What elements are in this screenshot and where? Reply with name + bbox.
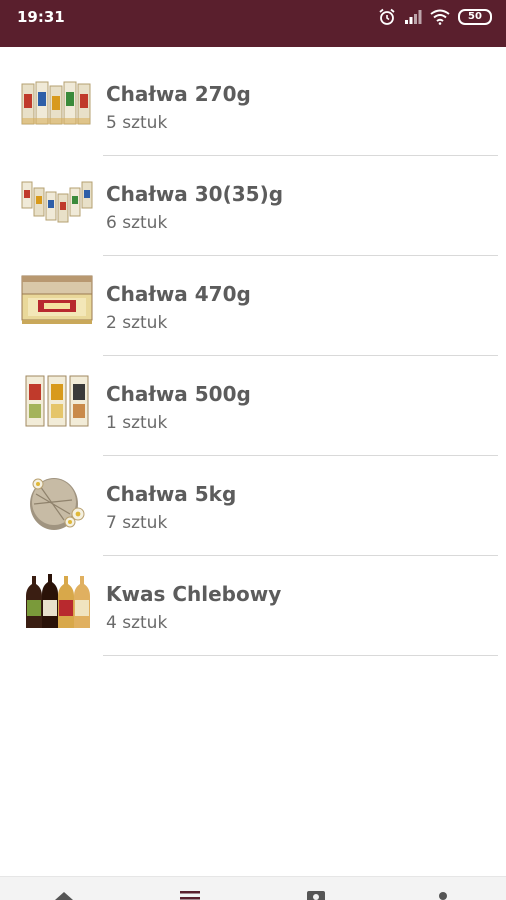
item-title: Kwas Chlebowy (106, 582, 282, 606)
bottom-nav (0, 876, 506, 900)
item-title: Chałwa 30(35)g (106, 182, 284, 206)
item-title: Chałwa 270g (106, 82, 251, 106)
battery-icon: 50 (458, 9, 492, 25)
status-bar: 19:31 50 (0, 0, 506, 47)
item-quantity: 7 sztuk (106, 513, 168, 533)
account-icon[interactable] (305, 889, 327, 900)
divider (103, 155, 498, 156)
product-list: Chałwa 270g 5 sztuk Chałwa 30(35)g 6 szt… (0, 60, 506, 660)
alarm-icon (378, 8, 396, 26)
divider (103, 655, 498, 656)
list-item[interactable]: Chałwa 270g 5 sztuk (0, 60, 506, 160)
divider (103, 355, 498, 356)
item-quantity: 6 sztuk (106, 213, 168, 233)
divider (103, 255, 498, 256)
halva-packs-image (20, 370, 94, 432)
home-icon[interactable] (53, 889, 75, 900)
divider (103, 555, 498, 556)
halva-bars-image (20, 70, 94, 132)
status-icons: 50 (378, 6, 492, 28)
kvass-bottles-image (20, 570, 94, 632)
list-item[interactable]: Chałwa 5kg 7 sztuk (0, 460, 506, 560)
wifi-icon (430, 9, 450, 25)
item-title: Chałwa 5kg (106, 482, 237, 506)
list-item[interactable]: Chałwa 470g 2 sztuk (0, 260, 506, 360)
item-title: Chałwa 500g (106, 382, 251, 406)
status-time: 19:31 (17, 8, 65, 26)
list-item[interactable]: Kwas Chlebowy 4 sztuk (0, 560, 506, 660)
menu-icon[interactable] (179, 889, 201, 900)
divider (103, 455, 498, 456)
item-quantity: 2 sztuk (106, 313, 168, 333)
halva-box-image (20, 270, 94, 332)
halva-block-image (20, 470, 94, 532)
signal-icon (404, 9, 422, 25)
item-title: Chałwa 470g (106, 282, 251, 306)
halva-small-bars-image (20, 170, 94, 232)
list-item[interactable]: Chałwa 30(35)g 6 sztuk (0, 160, 506, 260)
item-quantity: 4 sztuk (106, 613, 168, 633)
person-icon[interactable] (432, 889, 454, 900)
item-quantity: 5 sztuk (106, 113, 168, 133)
list-item[interactable]: Chałwa 500g 1 sztuk (0, 360, 506, 460)
item-quantity: 1 sztuk (106, 413, 168, 433)
